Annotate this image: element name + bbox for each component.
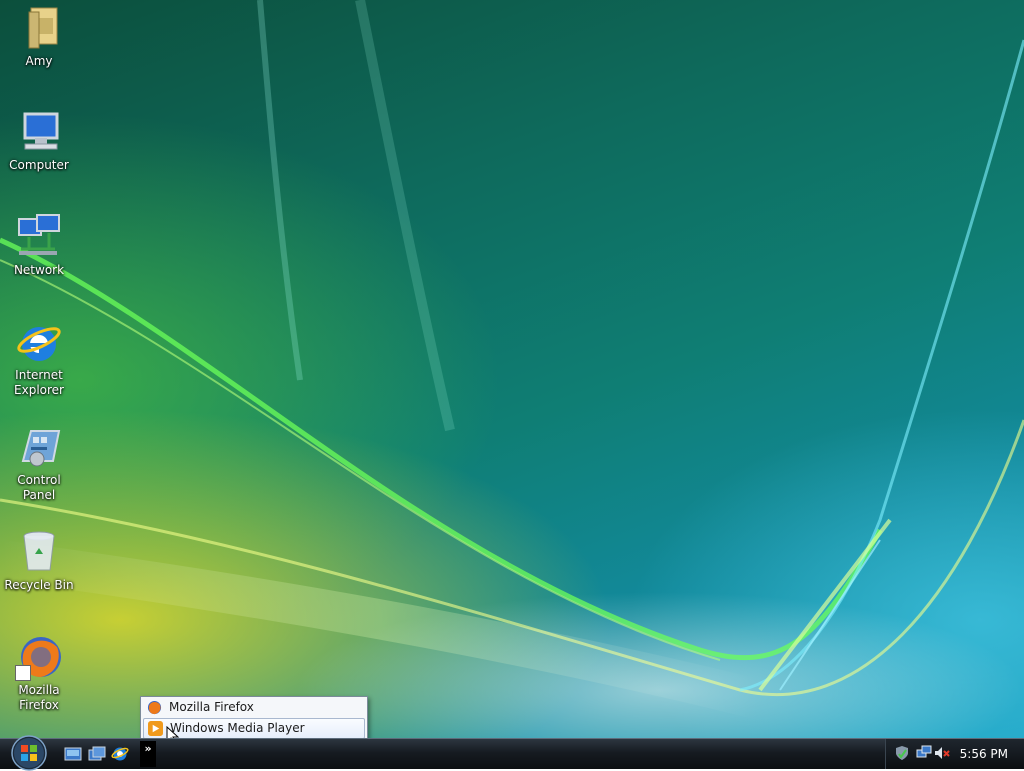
computer-icon <box>15 108 63 156</box>
shortcut-arrow-icon <box>15 665 31 681</box>
internet-explorer-quick-launch-icon[interactable] <box>111 746 129 762</box>
security-shield-icon[interactable] <box>894 745 910 761</box>
desktop[interactable]: Amy Computer Network Internet Explorer C… <box>0 0 1024 738</box>
desktop-icon-label: Mozilla Firefox <box>18 683 60 712</box>
quick-launch-chevron-button[interactable]: » <box>140 741 156 767</box>
desktop-icon-computer[interactable]: Computer <box>0 108 78 173</box>
notification-area: 5:56 PM <box>885 739 1024 769</box>
desktop-icon-label: Recycle Bin <box>4 578 74 592</box>
mouse-cursor-icon <box>166 726 180 738</box>
desktop-icon-label: Computer <box>9 158 69 172</box>
taskbar: » 5:56 PM <box>0 735 1024 771</box>
network-icon <box>15 213 63 261</box>
taskbar-clock[interactable]: 5:56 PM <box>960 739 1008 769</box>
desktop-icon-amy[interactable]: Amy <box>0 4 78 69</box>
desktop-icon-label: Internet Explorer <box>14 368 64 397</box>
control-panel-icon <box>15 423 63 471</box>
menu-item-label: Mozilla Firefox <box>169 700 254 714</box>
desktop-icon-recycle-bin[interactable]: Recycle Bin <box>0 528 78 593</box>
media-player-icon <box>148 721 163 736</box>
desktop-icon-network[interactable]: Network <box>0 213 78 278</box>
desktop-icon-control-panel[interactable]: Control Panel <box>0 423 78 503</box>
firefox-icon <box>147 700 162 715</box>
desktop-icon-internet-explorer[interactable]: Internet Explorer <box>0 318 78 398</box>
wallpaper <box>0 0 1024 720</box>
volume-muted-icon[interactable] <box>934 745 950 761</box>
show-desktop-icon[interactable] <box>64 746 82 762</box>
start-button[interactable] <box>8 733 50 771</box>
desktop-icon-label: Control Panel <box>17 473 61 502</box>
recycle-bin-icon <box>15 528 63 576</box>
switch-windows-icon[interactable] <box>88 746 106 762</box>
internet-explorer-icon <box>15 318 63 366</box>
user-folder-icon <box>15 4 63 52</box>
menu-item-label: Windows Media Player <box>170 721 305 735</box>
network-status-icon[interactable] <box>916 745 932 761</box>
desktop-icon-firefox[interactable]: Mozilla Firefox <box>0 633 78 713</box>
desktop-icon-label: Amy <box>25 54 53 68</box>
firefox-icon <box>15 633 63 681</box>
desktop-icon-label: Network <box>13 263 65 277</box>
menu-item-firefox[interactable]: Mozilla Firefox <box>143 698 365 717</box>
